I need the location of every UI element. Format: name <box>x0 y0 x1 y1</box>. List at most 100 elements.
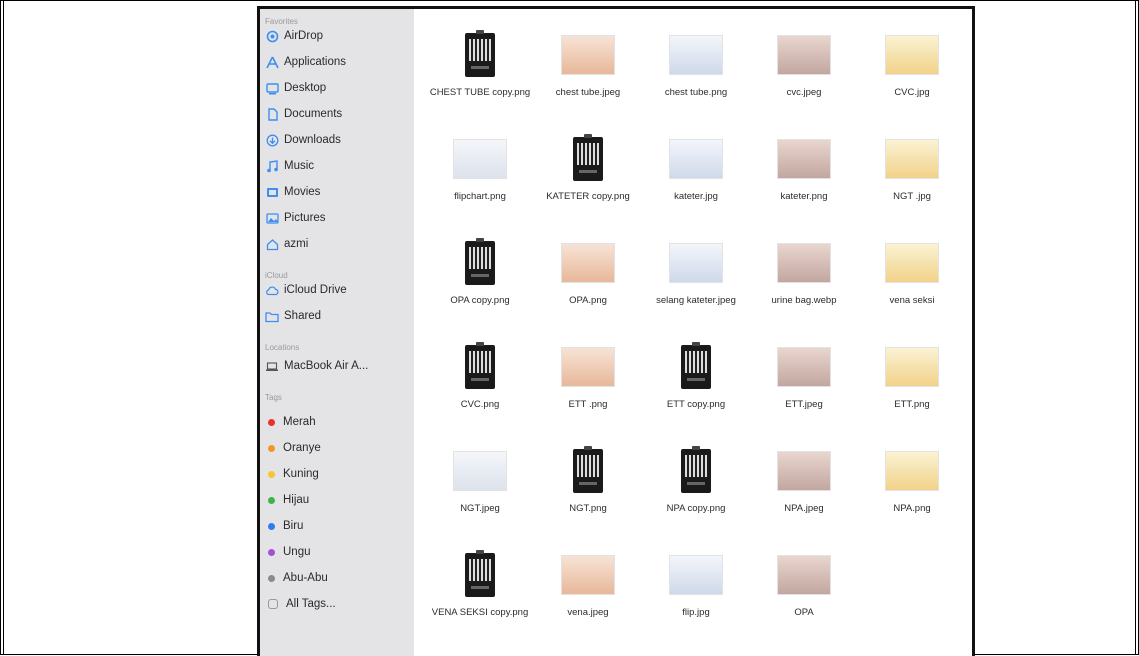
sidebar-item-label: Documents <box>284 108 343 120</box>
divider <box>3 0 4 655</box>
file-item[interactable]: VENA SEKSI copy.png <box>426 549 534 619</box>
sidebar-item-applications[interactable]: Applications <box>265 53 346 71</box>
sidebar-tag-oranye[interactable]: Oranye <box>265 439 321 457</box>
image-thumbnail <box>555 237 621 289</box>
file-name: cvc.jpeg <box>786 87 822 98</box>
image-thumbnail <box>879 341 945 393</box>
file-name: urine bag.webp <box>771 295 837 306</box>
file-item[interactable]: vena.jpeg <box>534 549 642 619</box>
file-item[interactable]: urine bag.webp <box>750 237 858 307</box>
file-item[interactable]: NPA copy.png <box>642 445 750 515</box>
sidebar-tag-biru[interactable]: Biru <box>265 517 303 535</box>
image-thumbnail <box>663 549 729 601</box>
file-name: CVC.png <box>460 399 500 410</box>
file-name: NPA.png <box>893 503 931 514</box>
file-name: vena seksi <box>889 295 935 306</box>
sidebar-item-label: Biru <box>283 520 304 532</box>
file-name: CVC.jpg <box>894 87 930 98</box>
tag-color-icon <box>268 444 275 452</box>
finder-sidebar: Favorites AirDrop Applications Desktop D… <box>260 9 414 656</box>
file-item[interactable]: CHEST TUBE copy.png <box>426 29 534 99</box>
file-item[interactable]: selang kateter.jpeg <box>642 237 750 307</box>
cloud-icon <box>265 283 279 297</box>
sidebar-item-music[interactable]: Music <box>265 157 314 175</box>
file-name: flipchart.png <box>454 191 506 202</box>
sidebar-tag-hijau[interactable]: Hijau <box>265 491 309 509</box>
file-name: chest tube.png <box>664 87 728 98</box>
file-name: NPA copy.png <box>666 503 726 514</box>
sidebar-item-icloud-drive[interactable]: iCloud Drive <box>265 281 347 299</box>
section-icloud: iCloud <box>265 271 288 280</box>
tag-color-icon <box>268 548 275 556</box>
file-item[interactable]: ETT.png <box>858 341 966 411</box>
file-item[interactable]: NGT .jpg <box>858 133 966 203</box>
file-name: CHEST TUBE copy.png <box>429 87 531 98</box>
file-item[interactable]: KATETER copy.png <box>534 133 642 203</box>
tag-color-icon <box>268 496 275 504</box>
file-item[interactable]: ETT .png <box>534 341 642 411</box>
sidebar-item-movies[interactable]: Movies <box>265 183 320 201</box>
sidebar-item-label: MacBook Air A... <box>284 360 369 372</box>
sidebar-item-label: Hijau <box>283 494 310 506</box>
sidebar-item-label: Shared <box>284 310 322 322</box>
airdrop-icon <box>265 29 279 43</box>
file-item[interactable]: flip.jpg <box>642 549 750 619</box>
file-item[interactable]: CVC.png <box>426 341 534 411</box>
sidebar-item-label: Abu-Abu <box>283 572 328 584</box>
sidebar-item-downloads[interactable]: Downloads <box>265 131 341 149</box>
image-thumbnail <box>555 341 621 393</box>
sidebar-item-pictures[interactable]: Pictures <box>265 209 326 227</box>
file-item[interactable]: flipchart.png <box>426 133 534 203</box>
file-item[interactable]: ETT.jpeg <box>750 341 858 411</box>
file-name: chest tube.jpeg <box>555 87 621 98</box>
file-name: selang kateter.jpeg <box>656 295 736 306</box>
file-item[interactable]: OPA.png <box>534 237 642 307</box>
sidebar-item-label: Merah <box>283 416 316 428</box>
file-name: NGT .jpg <box>893 191 931 202</box>
shared-folder-icon <box>265 309 279 323</box>
file-item[interactable]: NPA.jpeg <box>750 445 858 515</box>
pictures-icon <box>265 211 279 225</box>
sidebar-tag-kuning[interactable]: Kuning <box>265 465 319 483</box>
file-item[interactable]: NGT.png <box>534 445 642 515</box>
file-item[interactable]: OPA <box>750 549 858 619</box>
file-item[interactable]: cvc.jpeg <box>750 29 858 99</box>
sidebar-tag-ungu[interactable]: Ungu <box>265 543 311 561</box>
sidebar-tag-all-tags[interactable]: All Tags... <box>265 595 336 613</box>
sidebar-item-label: Oranye <box>283 442 321 454</box>
file-item[interactable]: chest tube.png <box>642 29 750 99</box>
qr-code-thumbnail-icon <box>447 549 513 601</box>
image-thumbnail <box>771 341 837 393</box>
image-thumbnail <box>879 29 945 81</box>
file-item[interactable]: ETT copy.png <box>642 341 750 411</box>
download-icon <box>265 133 279 147</box>
tag-color-icon <box>268 418 275 426</box>
file-item[interactable]: vena seksi <box>858 237 966 307</box>
sidebar-item-desktop[interactable]: Desktop <box>265 79 326 97</box>
qr-code-thumbnail-icon <box>555 133 621 185</box>
sidebar-tag-abu-abu[interactable]: Abu-Abu <box>265 569 328 587</box>
file-item[interactable]: kateter.png <box>750 133 858 203</box>
sidebar-item-macbook[interactable]: MacBook Air A... <box>265 357 368 375</box>
file-name: OPA copy.png <box>450 295 510 306</box>
file-name: NGT.jpeg <box>460 503 500 514</box>
sidebar-item-azmi[interactable]: azmi <box>265 235 308 253</box>
image-thumbnail <box>663 29 729 81</box>
sidebar-item-airdrop[interactable]: AirDrop <box>265 27 323 45</box>
file-item[interactable]: CVC.jpg <box>858 29 966 99</box>
file-item[interactable]: kateter.jpg <box>642 133 750 203</box>
file-item[interactable]: NGT.jpeg <box>426 445 534 515</box>
file-item[interactable]: chest tube.jpeg <box>534 29 642 99</box>
image-thumbnail <box>447 445 513 497</box>
document-icon <box>265 107 279 121</box>
sidebar-item-documents[interactable]: Documents <box>265 105 342 123</box>
sidebar-tag-merah[interactable]: Merah <box>265 413 316 431</box>
sidebar-item-label: iCloud Drive <box>284 284 347 296</box>
file-name: vena.jpeg <box>567 607 609 618</box>
sidebar-item-shared[interactable]: Shared <box>265 307 321 325</box>
image-thumbnail <box>771 29 837 81</box>
file-item[interactable]: OPA copy.png <box>426 237 534 307</box>
file-item[interactable]: NPA.png <box>858 445 966 515</box>
sidebar-item-label: Downloads <box>284 134 341 146</box>
file-name: ETT.png <box>894 399 930 410</box>
